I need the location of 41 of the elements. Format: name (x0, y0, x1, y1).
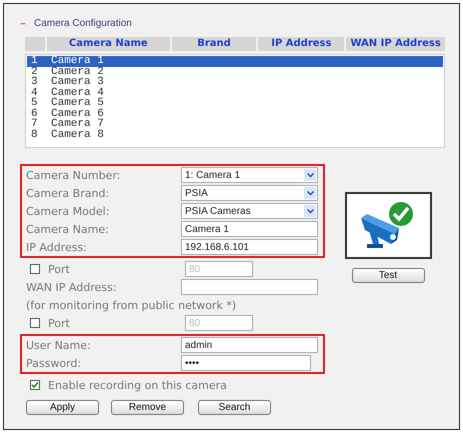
camera-list-item[interactable]: 4 Camera 4 (27, 88, 443, 98)
section-title: Camera Configuration (34, 18, 132, 28)
checkbox-label: Port (48, 316, 70, 330)
camera-list-item[interactable]: 8 Camera 8 (27, 130, 443, 140)
column-header: Camera Name (46, 37, 170, 51)
input-field[interactable]: admin (181, 337, 318, 353)
dropdown[interactable]: PSIA (181, 185, 318, 201)
checkbox[interactable] (30, 380, 40, 390)
action-button[interactable]: Apply (26, 400, 99, 415)
field-label: Camera Name: (26, 222, 110, 236)
note-text: (for monitoring from public network *) (26, 298, 236, 312)
input-field[interactable]: •••• (181, 355, 311, 371)
column-header: WAN IP Address (346, 37, 446, 51)
column-header: IP Address (258, 37, 344, 51)
action-button[interactable]: Remove (111, 400, 184, 415)
camera-list-item[interactable]: 3 Camera 3 (27, 77, 443, 88)
input-field[interactable] (181, 279, 318, 295)
column-header (25, 37, 45, 51)
checkbox-label: Port (48, 262, 70, 276)
checkbox-label: Enable recording on this camera (48, 378, 227, 392)
camera-list-item[interactable]: 6 Camera 6 (27, 108, 443, 119)
dropdown[interactable]: 1: Camera 1 (181, 167, 318, 183)
column-header: Brand (172, 37, 256, 51)
camera-list-item[interactable]: 5 Camera 5 (27, 98, 443, 108)
camera-list-item[interactable]: 2 Camera 2 (27, 66, 443, 77)
field-label: Camera Model: (26, 204, 110, 218)
action-button[interactable]: Search (198, 400, 271, 415)
field-label: Camera Brand: (26, 186, 110, 200)
collapse-toggle[interactable]: – (20, 16, 26, 30)
field-label: Camera Number: (26, 168, 122, 182)
input-field[interactable]: Camera 1 (181, 221, 318, 237)
test-button[interactable]: Test (352, 268, 424, 283)
dropdown[interactable]: PSIA Cameras (181, 203, 318, 219)
camera-list[interactable]: 1 Camera 1 2 Camera 2 3 Camera 3 4 Camera 4 5 Camera 5 6 Camera 6 7 Camera 7 8 Camera 8 (25, 54, 445, 148)
field-label: User Name: (26, 338, 92, 352)
field-label: Password: (26, 356, 82, 370)
camera-list-item[interactable]: 1 Camera 1 (27, 56, 443, 66)
field-label: IP Address: (26, 240, 88, 254)
field-label: WAN IP Address: (26, 280, 118, 294)
camera-list-item[interactable]: 7 Camera 7 (27, 119, 443, 130)
input-field[interactable]: 192.168.6.101 (181, 239, 318, 255)
